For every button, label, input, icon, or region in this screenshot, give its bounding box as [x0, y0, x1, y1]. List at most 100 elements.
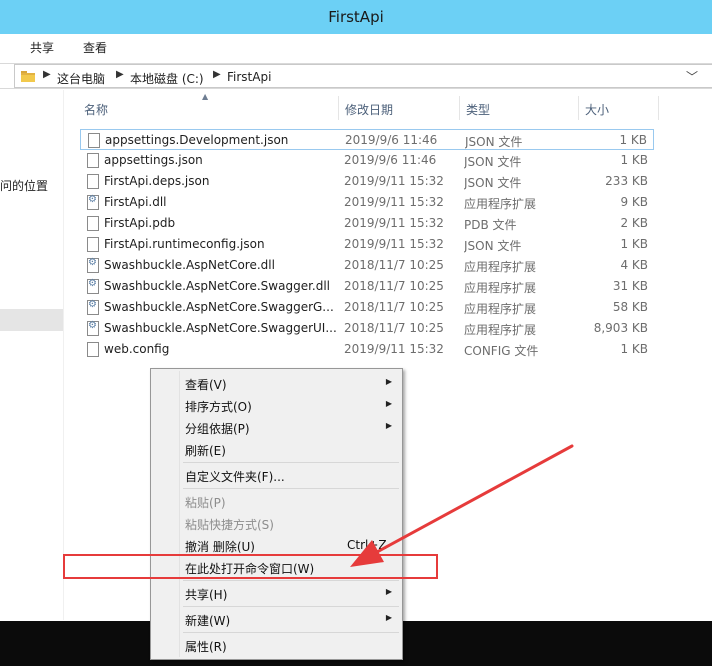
file-type: CONFIG 文件 [464, 344, 539, 358]
file-modified-date: 2019/9/11 15:32 [344, 342, 444, 356]
file-type: PDB 文件 [464, 218, 517, 232]
file-modified-date: 2019/9/11 15:32 [344, 216, 444, 230]
file-modified-date: 2019/9/11 15:32 [344, 195, 444, 209]
menu-item-label: 排序方式(O) [185, 400, 252, 414]
file-type: 应用程序扩展 [464, 197, 537, 211]
menu-separator [183, 488, 399, 489]
file-type: 应用程序扩展 [464, 323, 537, 337]
menu-item-label: 新建(W) [185, 614, 231, 628]
menu-item-properties[interactable]: 属性(R) [153, 634, 400, 656]
file-modified-date: 2018/11/7 10:25 [344, 258, 444, 272]
file-row[interactable]: FirstApi.dll 2019/9/11 15:32 应用程序扩展 9 KB [80, 192, 654, 213]
file-size: 4 KB [620, 258, 648, 272]
column-header-modified[interactable]: 修改日期 [339, 96, 459, 122]
menu-item-view[interactable]: 查看(V) ▶ [153, 372, 400, 394]
file-modified-date: 2018/11/7 10:25 [344, 279, 444, 293]
dll-file-icon [87, 257, 99, 273]
submenu-arrow-icon: ▶ [385, 587, 392, 596]
file-modified-date: 2019/9/6 11:46 [345, 133, 438, 147]
dll-file-icon [87, 194, 99, 210]
file-type: JSON 文件 [464, 239, 522, 253]
file-row[interactable]: Swashbuckle.AspNetCore.SwaggerG... 2018/1… [80, 297, 654, 318]
file-row[interactable]: FirstApi.pdb 2019/9/11 15:32 PDB 文件 2 KB [80, 213, 654, 234]
menu-item-share[interactable]: 共享(H) ▶ [153, 582, 400, 604]
menu-separator [183, 606, 399, 607]
folder-icon [21, 71, 35, 82]
menu-item-undo-delete[interactable]: 撤消 删除(U) Ctrl+Z [153, 534, 400, 556]
menu-item-paste[interactable]: 粘贴(P) [153, 490, 400, 512]
file-name: FirstApi.dll [104, 195, 167, 209]
column-header-name[interactable]: 名称 [78, 96, 338, 122]
dll-file-icon [87, 278, 99, 294]
menu-item-label: 自定义文件夹(F)... [185, 470, 285, 484]
file-row[interactable]: FirstApi.runtimeconfig.json 2019/9/11 15:… [80, 234, 654, 255]
file-size: 9 KB [620, 195, 648, 209]
breadcrumb-separator-icon[interactable]: ▶ [116, 69, 124, 80]
file-name: appsettings.json [104, 153, 203, 167]
menu-item-label: 撤消 删除(U) [185, 540, 255, 554]
tab-view[interactable]: 查看 [83, 39, 107, 56]
file-size: 1 KB [619, 133, 647, 147]
file-type: JSON 文件 [465, 135, 523, 149]
nav-item-recent-places[interactable]: 问的位置 [0, 177, 48, 194]
submenu-arrow-icon: ▶ [385, 377, 392, 386]
file-row[interactable]: Swashbuckle.AspNetCore.Swagger.dll 2018/1… [80, 276, 654, 297]
file-icon [87, 174, 99, 189]
dll-file-icon [87, 320, 99, 336]
file-row[interactable]: FirstApi.deps.json 2019/9/11 15:32 JSON 文件… [80, 171, 654, 192]
file-modified-date: 2019/9/11 15:32 [344, 174, 444, 188]
file-name: appsettings.Development.json [105, 133, 289, 147]
menu-item-customize-folder[interactable]: 自定义文件夹(F)... [153, 464, 400, 486]
file-icon [87, 153, 99, 168]
menu-item-new[interactable]: 新建(W) ▶ [153, 608, 400, 630]
file-row[interactable]: web.config 2019/9/11 15:32 CONFIG 文件 1 KB [80, 339, 654, 360]
nav-item-selected[interactable] [0, 309, 63, 331]
file-icon [87, 342, 99, 357]
file-icon [87, 216, 99, 231]
file-name: Swashbuckle.AspNetCore.Swagger.dll [104, 279, 331, 293]
column-header-size[interactable]: 大小 [579, 96, 659, 122]
menu-item-paste-shortcut[interactable]: 粘贴快捷方式(S) [153, 512, 400, 534]
file-icon [88, 133, 100, 148]
menu-item-refresh[interactable]: 刷新(E) [153, 438, 400, 460]
file-modified-date: 2019/9/11 15:32 [344, 237, 444, 251]
file-type: 应用程序扩展 [464, 281, 537, 295]
menu-item-label: 刷新(E) [185, 444, 226, 458]
breadcrumb-local-disk[interactable]: 本地磁盘 (C:) [130, 70, 204, 87]
file-size: 1 KB [620, 153, 648, 167]
menu-item-label: 查看(V) [185, 378, 227, 392]
menu-item-label: 分组依据(P) [185, 422, 250, 436]
column-divider[interactable] [658, 96, 659, 120]
chevron-down-icon[interactable]: ﹀ [686, 68, 698, 85]
file-row[interactable]: Swashbuckle.AspNetCore.dll 2018/11/7 10:2… [80, 255, 654, 276]
file-size: 31 KB [612, 279, 648, 293]
breadcrumb-separator-icon[interactable]: ▶ [213, 69, 221, 80]
tab-share[interactable]: 共享 [30, 39, 54, 56]
navigation-pane: 问的位置 [0, 90, 64, 620]
menu-item-label: 属性(R) [185, 640, 227, 654]
file-size: 2 KB [620, 216, 648, 230]
file-size: 8,903 KB [593, 321, 648, 335]
column-header-type[interactable]: 类型 [460, 96, 578, 122]
file-row[interactable]: appsettings.Development.json 2019/9/6 11:… [80, 129, 654, 150]
file-modified-date: 2019/9/6 11:46 [344, 153, 437, 167]
dll-file-icon [87, 299, 99, 315]
breadcrumb-separator-icon[interactable]: ▶ [43, 69, 51, 80]
address-input[interactable]: ▶ 这台电脑 ▶ 本地磁盘 (C:) ▶ FirstApi ﹀ [14, 64, 712, 88]
menu-item-group[interactable]: 分组依据(P) ▶ [153, 416, 400, 438]
menu-separator [183, 632, 399, 633]
file-name: FirstApi.deps.json [104, 174, 210, 188]
file-type: JSON 文件 [464, 176, 522, 190]
menu-separator [183, 580, 399, 581]
menu-item-sort[interactable]: 排序方式(O) ▶ [153, 394, 400, 416]
submenu-arrow-icon: ▶ [385, 399, 392, 408]
file-size: 1 KB [620, 342, 648, 356]
file-row[interactable]: Swashbuckle.AspNetCore.SwaggerUI... 2018/… [80, 318, 654, 339]
submenu-arrow-icon: ▶ [385, 613, 392, 622]
file-row[interactable]: appsettings.json 2019/9/6 11:46 JSON 文件 1 K… [80, 150, 654, 171]
breadcrumb-this-pc[interactable]: 这台电脑 [57, 70, 105, 87]
file-name: Swashbuckle.AspNetCore.dll [104, 258, 275, 272]
file-type: 应用程序扩展 [464, 302, 537, 316]
breadcrumb-firstapi[interactable]: FirstApi [227, 70, 271, 84]
file-name: FirstApi.pdb [104, 216, 176, 230]
